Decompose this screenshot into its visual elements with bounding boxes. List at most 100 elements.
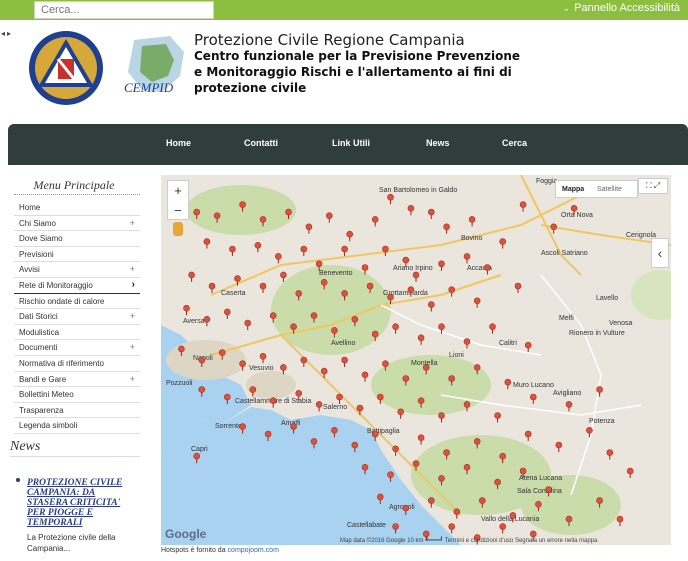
sidebar-item-rischio-ondate-di-calore[interactable]: Rischio ondate di calore (14, 294, 140, 310)
site-title: Protezione Civile Regione Campania (194, 31, 465, 49)
expand-plus-icon[interactable]: + (130, 264, 135, 274)
expand-plus-icon[interactable]: + (130, 342, 135, 352)
map-place-label: Avigliano (553, 390, 581, 397)
map-place-label: Lioni (449, 352, 464, 359)
sidebar-item-bandi-e-gare[interactable]: Bandi e Gare + (14, 372, 140, 388)
map-place-label: Ariano Irpino (393, 265, 433, 272)
map-place-label: Salerno (323, 404, 347, 411)
sidebar-item-label: Avvisi (19, 265, 40, 275)
hotspots-map[interactable]: FoggiaSan Bartolomeo in GaldoOrta NovaCe… (161, 175, 671, 545)
expand-plus-icon[interactable]: + (130, 374, 135, 384)
sidebar-item-home[interactable]: Home (14, 200, 140, 216)
nav-link-utili[interactable]: Link Utili (332, 138, 370, 148)
nav-home[interactable]: Home (166, 138, 191, 148)
map-place-label: Avellino (331, 340, 355, 347)
sidebar-item-dati-storici[interactable]: Dati Storici + (14, 309, 140, 325)
sidebar-item-bollettini-meteo[interactable]: Bollettini Meteo (14, 387, 140, 403)
compojoom-link[interactable]: compojoom.com (228, 547, 279, 554)
sidebar-item-label: Modulistica (19, 327, 60, 337)
scroll-arrows-icon[interactable]: ◂▸ (1, 29, 13, 38)
sidebar-item-dove-siamo[interactable]: Dove Siamo (14, 231, 140, 247)
sidebar-item-chi-siamo[interactable]: Chi Siamo + (14, 216, 140, 232)
hotspots-credit-text: Hotspots è fornito da (161, 547, 226, 554)
map-type-map-button[interactable]: Mappa (562, 186, 584, 193)
map-place-label: Castellabate (347, 522, 386, 529)
sidebar-item-label: Dati Storici (19, 312, 58, 322)
expand-plus-icon[interactable]: + (130, 218, 135, 228)
sidebar-item-label: Normativa di riferimento (19, 358, 104, 368)
sidebar-item-normativa[interactable]: Normativa di riferimento (14, 356, 140, 372)
sidebar-item-label: Rischio ondate di calore (19, 296, 105, 306)
sidebar-item-label: Home (19, 203, 41, 212)
map-type-control: Mappa Satellite (555, 180, 638, 198)
sidebar-item-rete-di-monitoraggio[interactable]: Rete di Monitoraggio › (14, 278, 140, 294)
nav-cerca[interactable]: Cerca (502, 138, 527, 148)
sidebar-item-label: Documenti (19, 343, 58, 353)
map-attribution: Map data ©2016 Google 10 km ┗━━━┛ Termin… (340, 538, 598, 544)
protezione-civile-logo (29, 31, 103, 105)
sidebar-item-legenda-simboli[interactable]: Legenda simboli (14, 418, 140, 434)
zoom-out-button[interactable]: − (168, 201, 188, 221)
main-navbar: Home Contatti Link Utili News Cerca (8, 124, 688, 165)
nav-news[interactable]: News (426, 138, 450, 148)
map-place-label: Sorrento (215, 423, 242, 430)
hotspots-credit: Hotspots è fornito da compojoom.com (161, 547, 279, 554)
map-place-label: Ascoli Satriano (541, 250, 588, 257)
accessibility-panel-toggle[interactable]: ⌄ Pannello Accessibilità (563, 2, 680, 14)
google-logo: Google (165, 527, 207, 541)
street-view-pegman-icon[interactable] (173, 222, 183, 236)
sidebar-title: Menu Principale (33, 178, 115, 192)
sidebar-item-label: Previsioni (19, 249, 54, 259)
sidebar-item-label: Bollettini Meteo (19, 390, 74, 400)
nav-contatti[interactable]: Contatti (244, 138, 278, 148)
site-subtitle: Centro funzionale per la Previsione Prev… (194, 49, 521, 95)
zoom-in-button[interactable]: + (168, 181, 188, 201)
sidebar-item-modulistica[interactable]: Modulistica (14, 325, 140, 341)
sidebar-item-avvisi[interactable]: Avvisi + (14, 262, 140, 278)
map-place-label: Lavello (596, 295, 618, 302)
sidebar-item-label: Trasparenza (19, 405, 64, 415)
map-place-label: Orta Nova (561, 212, 593, 219)
chevron-right-icon[interactable]: › (132, 279, 135, 290)
map-place-label: Calitri (499, 340, 517, 347)
map-place-label: Aversa (183, 318, 205, 325)
sidebar-item-label: Bandi e Gare (19, 374, 67, 384)
sidebar-menu: Home Chi Siamo + Dove Siamo Previsioni Av… (14, 200, 140, 434)
bullet-icon (16, 478, 20, 482)
map-place-label: Pozzuoli (166, 380, 193, 387)
map-place-label: Vesuvio (249, 365, 274, 372)
sidebar-item-label: Rete di Monitoraggio (19, 280, 93, 290)
sidebar-item-documenti[interactable]: Documenti + (14, 340, 140, 356)
map-place-label: Caserta (221, 290, 246, 297)
fullscreen-icon[interactable]: ⛶ ⤢ (638, 178, 668, 194)
cempid-logo-text: CEMPID (124, 80, 174, 95)
map-place-label: Muro Lucano (513, 382, 554, 389)
map-type-satellite-button[interactable]: Satellite (597, 186, 622, 193)
map-zoom-control: + − (167, 180, 189, 220)
search-input[interactable] (34, 1, 214, 19)
chevron-left-icon[interactable]: ‹ (651, 238, 669, 268)
map-place-label: Benevento (319, 270, 353, 277)
map-place-label: Melfi (559, 315, 574, 322)
map-place-label: Atena Lucana (519, 475, 562, 482)
expand-plus-icon[interactable]: + (130, 311, 135, 321)
divider (14, 194, 140, 195)
map-place-label: Venosa (609, 320, 632, 327)
sidebar-item-trasparenza[interactable]: Trasparenza (14, 403, 140, 419)
sidebar-item-previsioni[interactable]: Previsioni (14, 247, 140, 263)
sidebar-item-label: Dove Siamo (19, 234, 63, 244)
map-place-label: Capri (191, 446, 208, 453)
divider (10, 456, 140, 457)
chevron-down-icon: ⌄ (562, 3, 571, 13)
cempid-logo: CEMPID (112, 32, 192, 100)
sidebar-item-label: Chi Siamo (19, 218, 56, 228)
map-place-label: Sala Consilina (517, 488, 562, 495)
map-place-label: Bovino (461, 235, 483, 242)
map-place-label: Rionero in Vulture (569, 330, 625, 337)
news-heading: News (10, 439, 41, 454)
map-place-label: Agropoli (389, 504, 415, 511)
news-excerpt: La Protezione civile della Campania... (27, 533, 116, 553)
sidebar-item-label: Legenda simboli (19, 421, 78, 431)
accessibility-label: Pannello Accessibilità (574, 2, 680, 14)
news-headline-link[interactable]: PROTEZIONE CIVILE CAMPANIA: DA STASERA C… (27, 478, 137, 528)
